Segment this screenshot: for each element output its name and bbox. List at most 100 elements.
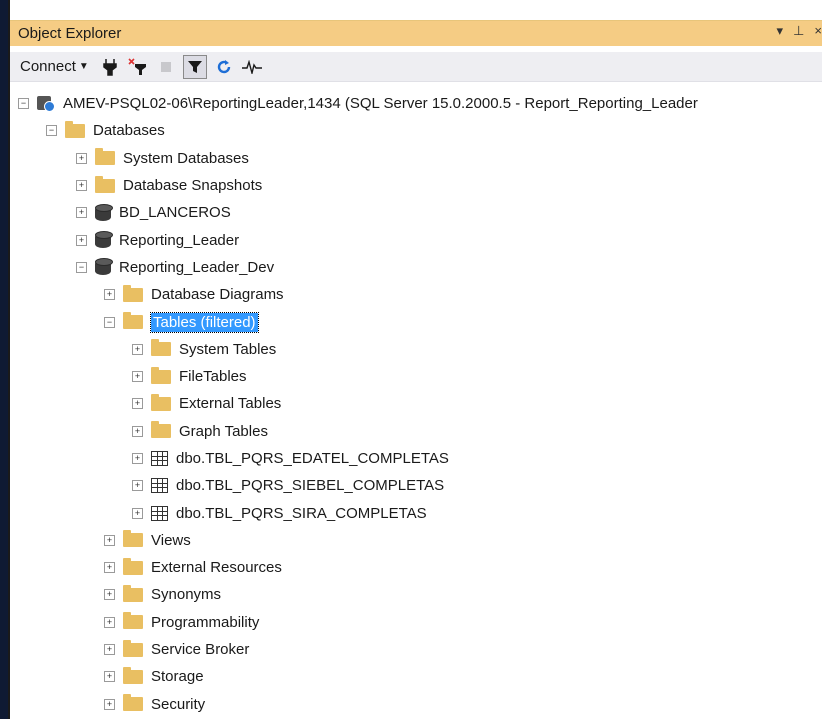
activity-monitor-icon[interactable] bbox=[241, 55, 263, 79]
folder-icon bbox=[151, 339, 171, 357]
server-icon bbox=[37, 95, 55, 112]
tree-node-synonyms[interactable]: + Synonyms bbox=[10, 581, 822, 608]
expand-icon[interactable]: + bbox=[76, 234, 87, 246]
databases-label: Databases bbox=[93, 122, 165, 140]
tree-node-views[interactable]: + Views bbox=[10, 527, 822, 554]
object-explorer-toolbar: Connect ▼ bbox=[10, 52, 822, 82]
object-explorer-tree: − AMEV-PSQL02-06\ReportingLeader,1434 (S… bbox=[10, 90, 822, 718]
tree-node-table[interactable]: + dbo.TBL_PQRS_EDATEL_COMPLETAS bbox=[10, 445, 822, 472]
collapse-icon[interactable]: − bbox=[46, 125, 57, 137]
table-label: dbo.TBL_PQRS_SIEBEL_COMPLETAS bbox=[176, 477, 445, 495]
stop-icon[interactable] bbox=[155, 55, 177, 79]
expand-icon[interactable]: + bbox=[104, 671, 115, 683]
database-snapshots-label: Database Snapshots bbox=[123, 177, 263, 195]
tree-node-table[interactable]: + dbo.TBL_PQRS_SIRA_COMPLETAS bbox=[10, 499, 822, 526]
expand-icon[interactable]: + bbox=[132, 480, 143, 492]
tree-node-external-tables[interactable]: + External Tables bbox=[10, 390, 822, 417]
table-label: dbo.TBL_PQRS_SIRA_COMPLETAS bbox=[176, 504, 427, 522]
server-label: AMEV-PSQL02-06\ReportingLeader,1434 (SQL… bbox=[63, 95, 698, 113]
connect-icon[interactable] bbox=[99, 55, 121, 79]
disconnect-icon[interactable] bbox=[127, 55, 149, 79]
tree-node-system-databases[interactable]: + System Databases bbox=[10, 145, 822, 172]
dropdown-icon[interactable]: ▾ bbox=[777, 23, 784, 39]
database-icon bbox=[95, 231, 113, 249]
folder-icon bbox=[123, 530, 143, 548]
tree-node-table[interactable]: + dbo.TBL_PQRS_SIEBEL_COMPLETAS bbox=[10, 472, 822, 499]
expand-icon[interactable]: + bbox=[76, 152, 87, 164]
expand-icon[interactable]: + bbox=[104, 562, 115, 574]
expand-icon[interactable]: + bbox=[104, 616, 115, 628]
programmability-label: Programmability bbox=[151, 613, 260, 631]
folder-icon bbox=[123, 612, 143, 630]
views-label: Views bbox=[151, 531, 191, 549]
tree-node-reporting-leader-dev[interactable]: − Reporting_Leader_Dev bbox=[10, 254, 822, 281]
tree-node-server[interactable]: − AMEV-PSQL02-06\ReportingLeader,1434 (S… bbox=[10, 90, 822, 117]
folder-icon bbox=[65, 120, 85, 138]
table-icon bbox=[151, 505, 168, 521]
synonyms-label: Synonyms bbox=[151, 586, 222, 604]
system-tables-label: System Tables bbox=[179, 340, 277, 358]
connect-button[interactable]: Connect ▼ bbox=[16, 55, 93, 79]
expand-icon[interactable]: + bbox=[104, 534, 115, 546]
tree-node-database-diagrams[interactable]: + Database Diagrams bbox=[10, 281, 822, 308]
tree-node-database-snapshots[interactable]: + Database Snapshots bbox=[10, 172, 822, 199]
expand-icon[interactable]: + bbox=[132, 343, 143, 355]
table-label: dbo.TBL_PQRS_EDATEL_COMPLETAS bbox=[176, 450, 449, 467]
filter-icon[interactable] bbox=[182, 54, 207, 79]
expand-icon[interactable]: + bbox=[132, 507, 143, 519]
expand-icon[interactable]: + bbox=[104, 589, 115, 601]
close-icon[interactable]: × bbox=[814, 23, 822, 39]
expand-icon[interactable]: + bbox=[104, 698, 115, 710]
tree-node-storage[interactable]: + Storage bbox=[10, 663, 822, 690]
collapse-icon[interactable]: − bbox=[18, 98, 29, 110]
tree-node-databases[interactable]: − Databases bbox=[10, 117, 822, 144]
table-icon bbox=[151, 478, 168, 494]
expand-icon[interactable]: + bbox=[132, 398, 143, 410]
tree-node-programmability[interactable]: + Programmability bbox=[10, 609, 822, 636]
graph-tables-label: Graph Tables bbox=[179, 422, 268, 440]
folder-icon bbox=[95, 148, 115, 166]
folder-icon bbox=[151, 366, 171, 384]
expand-icon[interactable]: + bbox=[132, 371, 143, 383]
connect-label: Connect bbox=[20, 58, 76, 75]
folder-icon bbox=[151, 421, 171, 439]
folder-icon bbox=[123, 557, 143, 575]
pin-icon[interactable]: ⊥ bbox=[793, 23, 804, 39]
filetables-label: FileTables bbox=[179, 368, 247, 386]
tree-node-service-broker[interactable]: + Service Broker bbox=[10, 636, 822, 663]
tree-node-tables[interactable]: − Tables (filtered) bbox=[10, 308, 822, 335]
tree-node-system-tables[interactable]: + System Tables bbox=[10, 336, 822, 363]
database-label: BD_LANCEROS bbox=[119, 204, 231, 222]
expand-icon[interactable]: + bbox=[76, 180, 87, 192]
database-label: Reporting_Leader_Dev bbox=[119, 258, 275, 276]
security-label: Security bbox=[151, 695, 206, 713]
title-buttons: ▾ ⊥ × bbox=[777, 23, 822, 39]
expand-icon[interactable]: + bbox=[132, 453, 143, 464]
folder-icon bbox=[151, 393, 171, 411]
storage-label: Storage bbox=[151, 668, 204, 686]
expand-icon[interactable]: + bbox=[76, 207, 87, 219]
tree-node-security[interactable]: + Security bbox=[10, 691, 822, 718]
collapse-icon[interactable]: − bbox=[104, 316, 115, 328]
expand-icon[interactable]: + bbox=[104, 289, 115, 301]
tree-node-graph-tables[interactable]: + Graph Tables bbox=[10, 418, 822, 445]
expand-icon[interactable]: + bbox=[132, 425, 143, 437]
tree-node-reporting-leader[interactable]: + Reporting_Leader bbox=[10, 226, 822, 253]
panel-title-bar: Object Explorer ▾ ⊥ × bbox=[10, 20, 822, 46]
folder-icon bbox=[123, 584, 143, 602]
external-resources-label: External Resources bbox=[151, 559, 282, 577]
tables-label: Tables (filtered) bbox=[150, 311, 259, 333]
tree-node-bd-lanceros[interactable]: + BD_LANCEROS bbox=[10, 199, 822, 226]
refresh-icon[interactable] bbox=[213, 55, 235, 79]
folder-icon bbox=[123, 639, 143, 657]
panel-title: Object Explorer bbox=[18, 25, 122, 42]
external-tables-label: External Tables bbox=[179, 395, 282, 413]
chevron-down-icon: ▼ bbox=[78, 61, 89, 72]
tree-node-external-resources[interactable]: + External Resources bbox=[10, 554, 822, 581]
table-icon bbox=[151, 451, 168, 466]
tree-node-filetables[interactable]: + FileTables bbox=[10, 363, 822, 390]
collapse-icon[interactable]: − bbox=[76, 261, 87, 273]
expand-icon[interactable]: + bbox=[104, 644, 115, 656]
folder-icon bbox=[123, 666, 143, 684]
database-icon bbox=[95, 203, 113, 222]
